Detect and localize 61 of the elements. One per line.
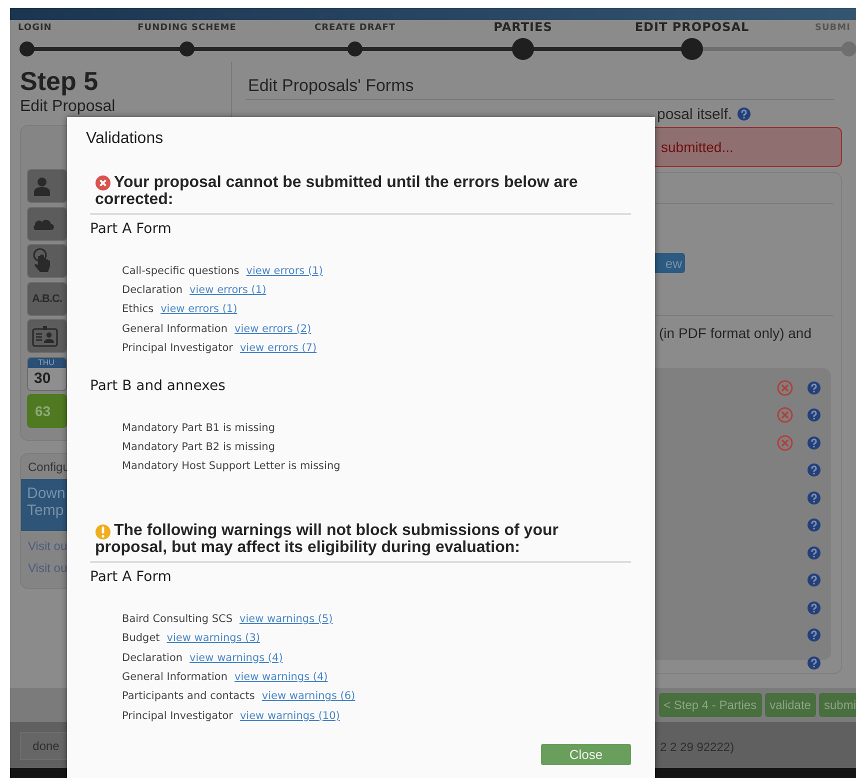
previous-step-button[interactable]: < Step 4 - Parties [658,693,762,717]
view-link[interactable]: view warnings (4) [234,670,328,683]
section-heading: Part A Form [90,569,172,586]
item-label: Baird Consulting SCS [122,612,232,625]
step-title: Step 5 [20,66,100,96]
view-link[interactable]: view warnings (6) [262,690,356,702]
item-label: Principal Investigator [122,342,233,354]
item-label: Principal Investigator [122,710,233,722]
group-heading: Your proposal cannot be submitted until the errors below are corrected: [95,174,579,208]
view-link[interactable]: view warnings (10) [240,710,340,722]
step-label[interactable]: LOGIN [18,23,52,33]
item-label: Call-specific questions [122,264,240,277]
intro-text: posal itself. [657,106,732,122]
view-link[interactable]: view warnings (3) [166,632,260,644]
submit-button[interactable]: submi [818,693,856,717]
id-card-tile[interactable] [27,319,67,353]
hand-pointer-icon [32,248,52,274]
calendar-date: 30 [34,368,51,388]
item-label: Mandatory Part B2 is missing [122,441,275,454]
item-label: Participants and contacts [122,690,255,702]
touch-tile[interactable] [27,244,67,278]
view-link[interactable]: view warnings (5) [240,612,333,625]
help-icon [737,107,752,121]
item-label: Declaration [122,284,183,296]
help-icon [807,408,821,422]
view-link[interactable]: view errors (2) [234,322,312,335]
view-link[interactable]: view errors (1) [190,284,266,296]
dialog-title: Validations [86,130,164,148]
section-heading: Part B and annexes [90,378,226,394]
calendar-tile[interactable]: THU 30 [27,356,67,390]
item-label: Mandatory Host Support Letter is missing [122,460,340,472]
step-label[interactable]: FUNDING SCHEME [138,23,236,33]
cloud-tile[interactable] [27,206,67,240]
step-label[interactable]: PARTIES [494,20,552,34]
calendar-day: THU [28,358,66,368]
step-label[interactable]: CREATE DRAFT [314,23,396,33]
view-link[interactable]: view warnings (4) [190,652,283,664]
item-label: General Information [122,670,228,683]
item-label: General Information [122,322,228,335]
close-button[interactable]: Close [541,744,631,765]
step-label[interactable]: EDIT PROPOSAL [634,20,750,34]
person-tile[interactable] [27,169,67,203]
count-tile[interactable]: 63 [27,394,67,428]
section-title: Edit Proposals' Forms [248,76,415,96]
upload-instructions: (in PDF format only) and [659,325,812,341]
item-label: Mandatory Part B1 is missing [122,422,275,434]
item-label: Declaration [122,652,183,664]
item-label: Budget [122,632,160,644]
view-link[interactable]: view errors (1) [160,303,238,316]
alert-text: submitted... [661,139,734,155]
section-heading: Part A Form [90,221,172,237]
validate-button[interactable]: validate [764,693,816,717]
help-icon [807,380,821,395]
help-icon [807,436,821,450]
group-heading: The following warnings will not block submissions of your proposal, but may affect its eligibility during evaluation: [95,522,560,556]
view-link[interactable]: view errors (1) [246,264,323,277]
id-card-icon [32,325,58,347]
item-label: Ethics [122,303,154,316]
person-icon [32,176,52,196]
view-link[interactable]: view errors (7) [240,342,317,354]
step-subtitle: Edit Proposal [20,97,116,117]
